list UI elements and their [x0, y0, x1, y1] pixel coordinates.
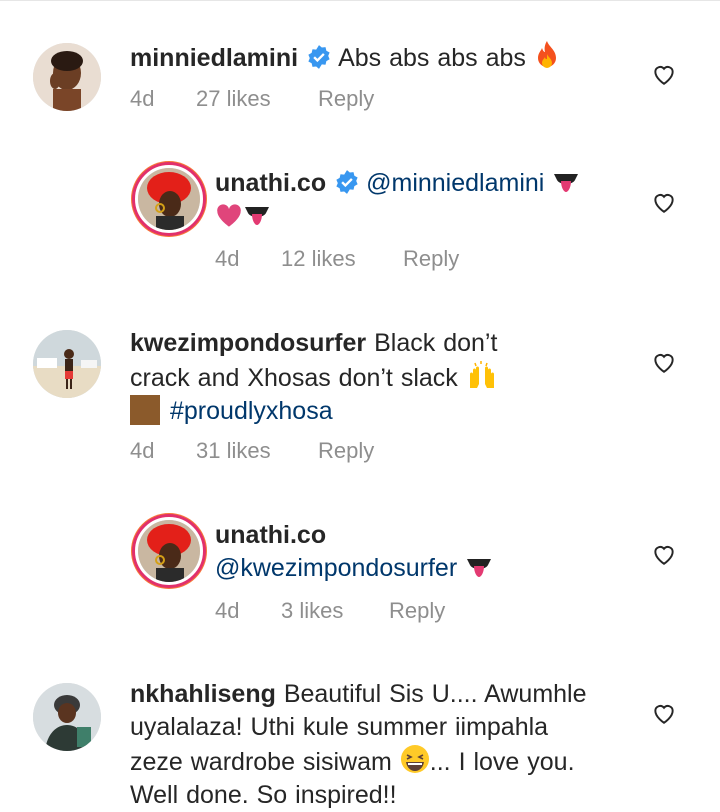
mention-link[interactable]: @minniedlamini — [366, 169, 544, 197]
avatar[interactable] — [135, 517, 203, 585]
brown-square-icon — [130, 395, 160, 425]
comment-body-line3-end: ... I love you. — [429, 748, 575, 776]
mention-link[interactable]: @kwezimpondosurfer — [215, 554, 457, 582]
comment-body-line3: zeze wardrobe sisiwam — [130, 748, 392, 776]
tongue-face-icon — [245, 207, 269, 225]
comment-time: 4d — [215, 246, 240, 271]
username[interactable]: unathi.co — [215, 521, 326, 549]
like-heart-icon[interactable] — [651, 541, 677, 567]
comment-body-line2: uyalalaza! Uthi kule summer iimpahla — [130, 713, 549, 741]
username[interactable]: nkhahliseng — [130, 680, 276, 708]
avatar[interactable] — [33, 43, 101, 111]
comment-meta: 4d 12 likes Reply — [215, 246, 459, 272]
tongue-face-icon — [467, 559, 492, 577]
comment-meta: 4d 27 likes Reply — [130, 86, 374, 112]
username[interactable]: unathi.co — [215, 169, 326, 197]
likes-count[interactable]: 3 likes — [281, 598, 389, 624]
reply-button[interactable]: Reply — [403, 246, 459, 272]
comment-text: unathi.co @kwezimpondosurfer — [215, 519, 493, 585]
verified-badge-icon — [308, 45, 330, 69]
comment-body-line2: crack and Xhosas don’t slack — [130, 364, 458, 392]
tongue-face-icon — [554, 174, 579, 192]
like-heart-icon[interactable] — [651, 349, 677, 375]
top-divider — [0, 0, 720, 1]
avatar[interactable] — [135, 165, 203, 233]
avatar[interactable] — [33, 683, 101, 751]
like-heart-icon[interactable] — [651, 189, 677, 215]
laughing-face-icon — [400, 745, 429, 773]
comment-time: 4d — [215, 598, 240, 623]
hashtag-link[interactable]: #proudlyxhosa — [170, 397, 333, 425]
username[interactable]: kwezimpondosurfer — [130, 329, 366, 357]
comment-body-line4: Well done. So inspired!! — [130, 781, 397, 809]
raised-hands-icon — [469, 361, 494, 388]
comment-text: minniedlamini Abs abs abs abs — [130, 40, 560, 75]
comment-body: Abs abs abs abs — [338, 44, 526, 72]
username[interactable]: minniedlamini — [130, 44, 298, 72]
reply-button[interactable]: Reply — [389, 598, 445, 624]
likes-count[interactable]: 31 likes — [196, 438, 318, 464]
comment-meta: 4d 31 likes Reply — [130, 438, 374, 464]
comment-time: 4d — [130, 438, 155, 463]
comment-text: nkhahliseng Beautiful Sis U.... Awumhle … — [130, 678, 587, 812]
comment-meta: 4d 3 likes Reply — [215, 598, 445, 624]
like-heart-icon[interactable] — [651, 700, 677, 726]
like-heart-icon[interactable] — [651, 61, 677, 87]
likes-count[interactable]: 27 likes — [196, 86, 318, 112]
likes-count[interactable]: 12 likes — [281, 246, 403, 272]
comment-time: 4d — [130, 86, 155, 111]
avatar[interactable] — [33, 330, 101, 398]
comment-text: unathi.co @minniedlamini — [215, 167, 580, 233]
reply-button[interactable]: Reply — [318, 86, 374, 112]
comment-text: kwezimpondosurfer Black don’t crack and … — [130, 327, 498, 428]
fire-icon — [537, 41, 556, 68]
heart-emoji-icon — [217, 204, 241, 227]
comment-body-line1: Beautiful Sis U.... Awumhle — [283, 680, 587, 708]
reply-button[interactable]: Reply — [318, 438, 374, 464]
comment-body-line1: Black don’t — [374, 329, 498, 357]
verified-badge-icon — [336, 170, 358, 194]
